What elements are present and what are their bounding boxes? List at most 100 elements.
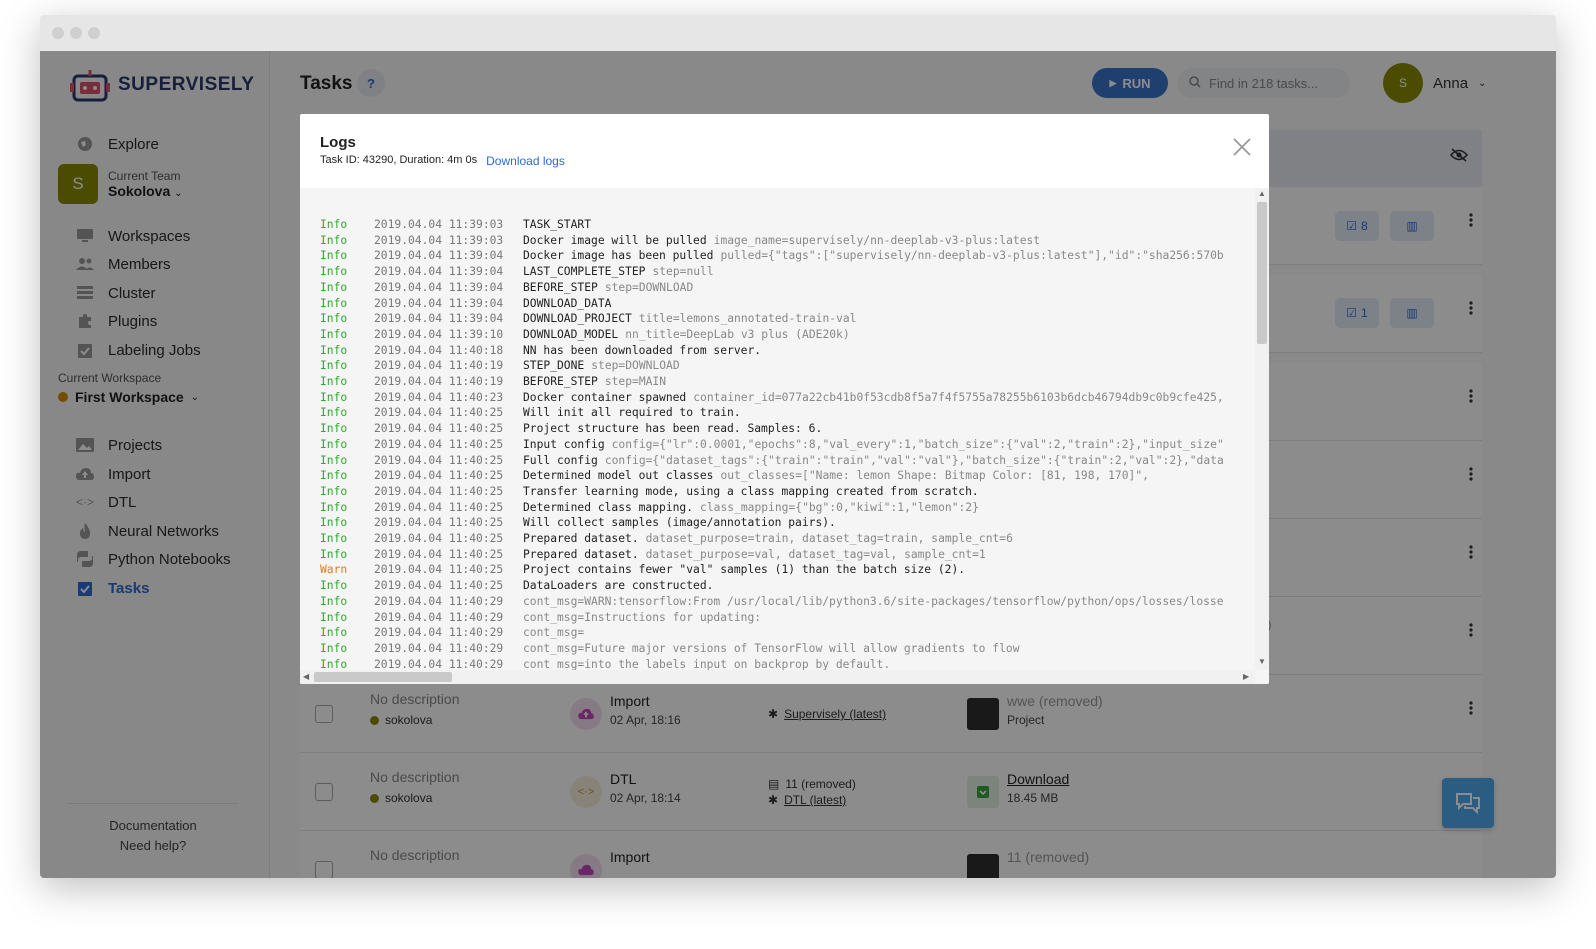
log-timestamp: 2019.04.04 11:40:25 [374,500,504,514]
log-timestamp: 2019.04.04 11:40:19 [374,375,504,389]
log-timestamp: 2019.04.04 11:40:25 [374,563,504,577]
log-level: Info [320,532,348,546]
log-line: Info 2019.04.04 11:40:29 cont_msg= [320,625,1255,641]
log-level: Info [320,547,348,561]
log-line: Info 2019.04.04 11:39:04 DOWNLOAD_PROJECT t… [320,311,1255,327]
log-params: container_id=077a22cb41b0f53cdb8f5a7f4f5… [693,390,1224,404]
horizontal-scroll-thumb[interactable] [314,672,452,682]
title-bar [40,15,1556,51]
log-params: dataset_purpose=train, dataset_tag=train… [645,532,1013,546]
log-line: Info 2019.04.04 11:39:10 DOWNLOAD_MODEL nn_… [320,327,1255,343]
scroll-up-icon[interactable]: ▲ [1258,189,1266,198]
log-level: Info [320,453,348,467]
scroll-down-icon[interactable]: ▼ [1258,657,1266,666]
log-line: Info 2019.04.04 11:40:25 Will init all req… [320,405,1255,421]
log-level: Info [320,500,348,514]
log-message: STEP_DONE [523,359,585,373]
window-dot-minimize[interactable] [70,27,82,39]
log-viewer[interactable]: Info 2019.04.04 11:39:03 TASK_START Info 201… [300,188,1269,684]
log-params: cont_msg= [523,626,585,640]
log-message: Docker container spawned [523,390,687,404]
window-dot-close[interactable] [52,27,64,39]
log-timestamp: 2019.04.04 11:40:25 [374,516,504,530]
log-timestamp: 2019.04.04 11:39:03 [374,218,504,231]
log-message: Will init all required to train. [523,406,741,420]
log-params: cont_msg=Instructions for updating: [523,610,762,624]
logs-modal: Logs Task ID: 43290, Duration: 4m 0s Dow… [300,114,1269,684]
close-icon[interactable] [1233,138,1251,156]
log-message: DOWNLOAD_DATA [523,296,612,310]
log-level: Info [320,516,348,530]
task-info-text: Task ID: 43290, Duration: 4m 0s [320,154,478,166]
log-line: Info 2019.04.04 11:40:19 BEFORE_STEP step=M… [320,374,1255,390]
log-level: Info [320,484,348,498]
log-level: Info [320,249,348,263]
log-line: Info 2019.04.04 11:40:25 Determined model … [320,468,1255,484]
log-message: Will collect samples (image/annotation p… [523,516,836,530]
log-message: Docker image has been pulled [523,249,714,263]
log-line: Info 2019.04.04 11:39:03 Docker image will… [320,233,1255,249]
log-level: Info [320,610,348,624]
log-message: Project contains fewer "val" samples (1)… [523,563,966,577]
log-level: Info [320,594,348,608]
log-line: Info 2019.04.04 11:40:25 Prepared dataset.… [320,547,1255,563]
log-line: Info 2019.04.04 11:40:25 DataLoaders are c… [320,578,1255,594]
log-line: Info 2019.04.04 11:39:04 BEFORE_STEP step=D… [320,280,1255,296]
download-logs-link[interactable]: Download logs [486,154,565,168]
log-timestamp: 2019.04.04 11:40:25 [374,437,504,451]
log-level: Info [320,641,348,655]
log-timestamp: 2019.04.04 11:39:04 [374,296,504,310]
log-params: out_classes=["Name: lemon Shape: Bitmap … [720,469,1149,483]
log-timestamp: 2019.04.04 11:39:04 [374,249,504,263]
log-level: Info [320,406,348,420]
log-timestamp: 2019.04.04 11:40:25 [374,484,504,498]
log-level: Info [320,422,348,436]
log-line: Info 2019.04.04 11:40:25 Will collect samp… [320,515,1255,531]
log-message: Project structure has been read. Samples… [523,422,823,436]
log-lines: Info 2019.04.04 11:39:03 TASK_START Info 201… [320,217,1255,670]
log-level: Info [320,233,348,247]
log-level: Info [320,218,348,231]
log-params: dataset_purpose=val, dataset_tag=val, sa… [645,547,986,561]
log-message: Prepared dataset. [523,532,639,546]
log-line: Info 2019.04.04 11:39:04 DOWNLOAD_DATA [320,296,1255,312]
log-params: step=null [652,265,714,279]
vertical-scroll-thumb[interactable] [1257,202,1267,344]
vertical-scrollbar[interactable]: ▲ ▼ [1255,188,1269,670]
horizontal-scrollbar[interactable]: ◀ ▶ [300,670,1255,684]
log-params: cont_msg=WARN:tensorflow:From /usr/local… [523,594,1224,608]
log-message: DOWNLOAD_PROJECT [523,312,632,326]
log-message: BEFORE_STEP [523,375,598,389]
log-message: Determined class mapping. [523,500,694,514]
log-level: Info [320,327,348,341]
log-timestamp: 2019.04.04 11:40:29 [374,610,504,624]
log-line: Info 2019.04.04 11:39:04 LAST_COMPLETE_STE… [320,264,1255,280]
log-timestamp: 2019.04.04 11:39:10 [374,327,504,341]
log-timestamp: 2019.04.04 11:40:25 [374,579,504,593]
log-level: Info [320,375,348,389]
app: SUPERVISELY Explore S Current Team Sokol… [40,51,1556,878]
log-line: Info 2019.04.04 11:39:03 TASK_START [320,217,1255,233]
window-dot-maximize[interactable] [88,27,100,39]
log-line: Info 2019.04.04 11:40:18 NN has been downl… [320,343,1255,359]
log-message: Determined model out classes [523,469,714,483]
log-timestamp: 2019.04.04 11:40:25 [374,547,504,561]
log-level: Info [320,312,348,326]
log-message: Prepared dataset. [523,547,639,561]
log-message: LAST_COMPLETE_STEP [523,265,646,279]
log-timestamp: 2019.04.04 11:40:25 [374,469,504,483]
log-line: Info 2019.04.04 11:40:29 cont_msg=into the… [320,657,1255,670]
scroll-left-icon[interactable]: ◀ [303,672,309,681]
log-params: cont_msg=Future major versions of Tensor… [523,641,1020,655]
log-level: Info [320,469,348,483]
log-level: Info [320,390,348,404]
log-level: Info [320,437,348,451]
log-level: Info [320,657,348,670]
log-level: Info [320,296,348,310]
log-level: Info [320,626,348,640]
log-line: Info 2019.04.04 11:40:29 cont_msg=Future m… [320,641,1255,657]
log-message: Full config [523,453,598,467]
log-line: Info 2019.04.04 11:40:25 Prepared dataset.… [320,531,1255,547]
scroll-right-icon[interactable]: ▶ [1243,672,1249,681]
log-timestamp: 2019.04.04 11:40:29 [374,641,504,655]
